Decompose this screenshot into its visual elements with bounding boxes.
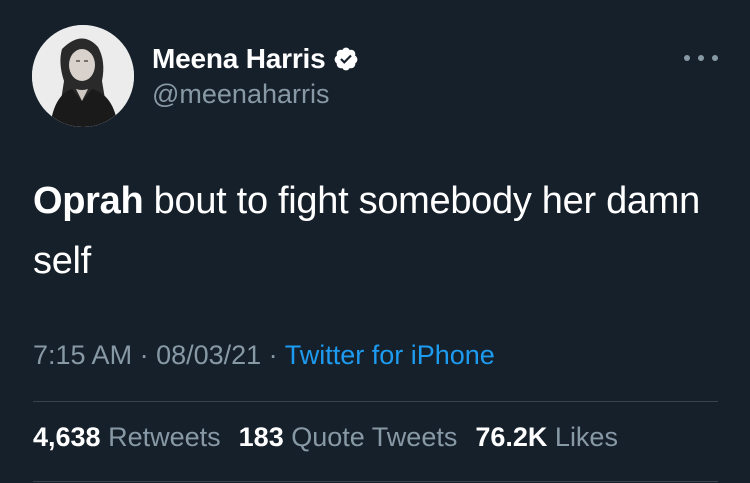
tweet-card: Meena Harris @meenaharris Oprah bout to … xyxy=(0,0,750,483)
quote-tweets-stat[interactable]: 183 Quote Tweets xyxy=(239,422,458,453)
more-options-icon[interactable] xyxy=(684,49,718,67)
avatar[interactable] xyxy=(32,25,134,127)
quotes-label: Quote Tweets xyxy=(291,422,458,452)
tweet-source-link[interactable]: Twitter for iPhone xyxy=(285,340,495,370)
tweet-time[interactable]: 7:15 AM xyxy=(33,340,132,370)
tweet-meta: 7:15 AM · 08/03/21 · Twitter for iPhone xyxy=(33,340,495,371)
meta-separator: · xyxy=(261,340,285,370)
likes-label: Likes xyxy=(554,422,618,452)
author-handle[interactable]: @meenaharris xyxy=(152,79,329,110)
display-name[interactable]: Meena Harris xyxy=(152,43,326,75)
quotes-count: 183 xyxy=(238,422,284,452)
profile-photo-icon xyxy=(32,25,134,127)
meta-separator: · xyxy=(132,340,157,370)
verified-badge-icon xyxy=(333,46,359,72)
dot xyxy=(684,55,690,61)
tweet-text: Oprah bout to fight somebody her damn se… xyxy=(33,171,723,291)
retweets-label: Retweets xyxy=(108,422,221,452)
retweets-count: 4,638 xyxy=(33,422,101,452)
likes-count: 76.2K xyxy=(475,422,548,452)
dot xyxy=(698,55,704,61)
tweet-date[interactable]: 08/03/21 xyxy=(156,340,261,370)
tweet-stats: 4,638 Retweets 183 Quote Tweets 76.2K Li… xyxy=(33,422,618,453)
divider xyxy=(33,401,718,402)
tweet-text-bold: Oprah xyxy=(33,180,144,222)
likes-stat[interactable]: 76.2K Likes xyxy=(475,422,618,453)
author-name-row[interactable]: Meena Harris xyxy=(152,40,359,78)
dot xyxy=(712,55,718,61)
divider xyxy=(33,481,718,482)
retweets-stat[interactable]: 4,638 Retweets xyxy=(33,422,221,453)
